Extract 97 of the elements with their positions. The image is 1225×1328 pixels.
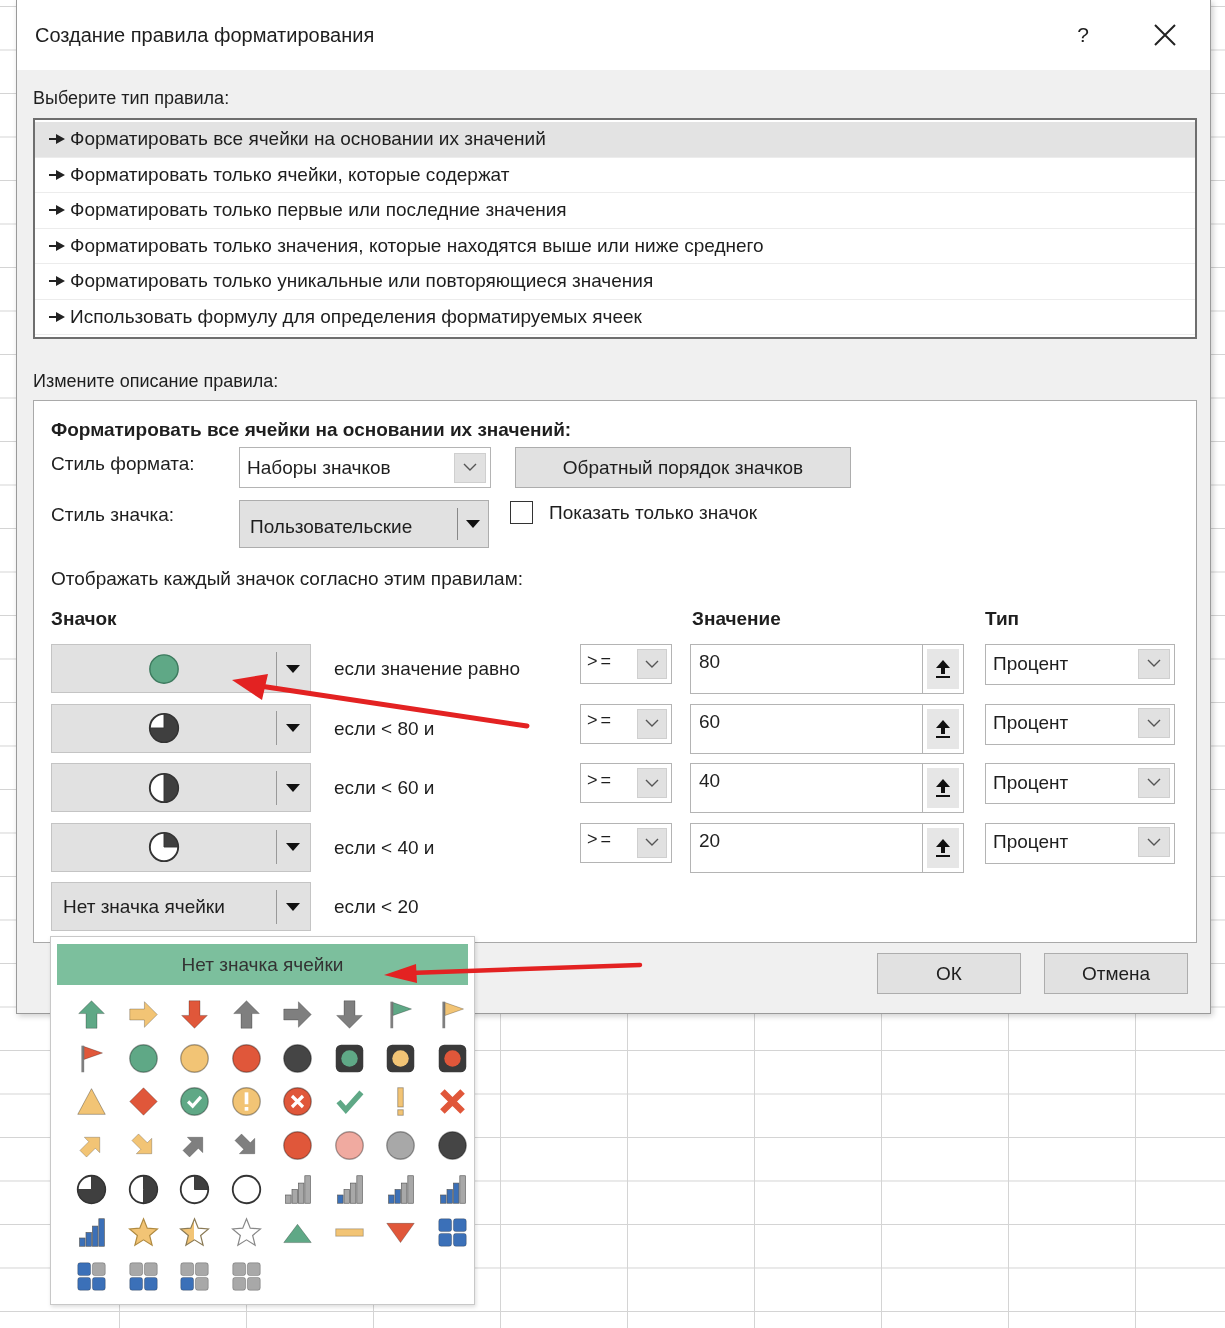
range-select-button[interactable]: [922, 644, 964, 694]
help-button[interactable]: ?: [1068, 23, 1098, 47]
exclamation-circle-icon[interactable]: [229, 1085, 263, 1119]
chevron-down-icon: [637, 708, 667, 739]
format-style-dropdown[interactable]: Наборы значков: [239, 447, 491, 488]
icon-dropdown[interactable]: [51, 822, 311, 872]
icon-dropdown[interactable]: [51, 703, 311, 753]
range-select-button[interactable]: [922, 822, 964, 873]
rule-type-item[interactable]: Форматировать все ячейки на основании их значений: [35, 122, 1195, 158]
pie-icon[interactable]: [178, 1172, 212, 1206]
caret-down-icon: [286, 664, 300, 673]
section-label: Измените описание правила:: [33, 371, 280, 392]
pointer-icon: [49, 134, 65, 145]
field-label: Стиль формата:: [51, 452, 196, 475]
value-field[interactable]: 40: [690, 763, 922, 814]
column-header: Тип: [985, 608, 1021, 630]
circle-icon[interactable]: [435, 1129, 469, 1163]
pointer-icon: [49, 205, 65, 216]
menu-item[interactable]: Нет значка ячейки: [57, 944, 468, 985]
quarters-icon[interactable]: [229, 1259, 263, 1293]
window-title: Создание правила форматирования: [35, 23, 376, 47]
chevron-down-icon: [637, 768, 667, 799]
type-dropdown[interactable]: Процент: [985, 763, 1175, 805]
pointer-icon: [49, 276, 65, 287]
pie-icon: [147, 830, 181, 865]
caret-down-icon: [466, 520, 480, 528]
quarters-icon[interactable]: [178, 1259, 212, 1293]
rule-type-item[interactable]: Форматировать только уникальные или повторяющиеся значения: [35, 264, 1195, 300]
chevron-down-icon: [1138, 648, 1170, 679]
value-field[interactable]: 60: [690, 703, 922, 754]
operator-dropdown[interactable]: >=: [580, 822, 672, 863]
circle-icon[interactable]: [281, 1041, 315, 1075]
column-header: Значение: [692, 608, 782, 630]
value-field[interactable]: 80: [690, 644, 922, 694]
checkbox[interactable]: [510, 501, 533, 524]
quarters-icon[interactable]: [126, 1259, 160, 1293]
check-circle-icon[interactable]: [178, 1085, 212, 1119]
column-header: Значок: [51, 608, 118, 630]
chevron-down-icon: [1138, 827, 1170, 858]
pointer-icon: [49, 240, 65, 251]
pie-icon: [147, 770, 181, 805]
type-dropdown[interactable]: Процент: [985, 703, 1175, 745]
caret-down-icon: [286, 724, 300, 733]
cross-circle-icon[interactable]: [281, 1085, 315, 1119]
arrow-up-icon: [935, 778, 951, 799]
pointer-icon: [49, 311, 65, 322]
operator-dropdown[interactable]: >=: [580, 644, 672, 684]
rule-type-item[interactable]: Использовать формулу для определения форматируемых ячеек: [35, 299, 1195, 335]
circle-icon[interactable]: [229, 1041, 263, 1075]
caret-down-icon: [286, 843, 300, 852]
icon-dropdown[interactable]: [51, 763, 311, 813]
condition-text: если < 60 и: [334, 776, 436, 800]
type-dropdown[interactable]: Процент: [985, 644, 1175, 685]
circle-icon[interactable]: [281, 1129, 315, 1163]
circle-icon: [147, 651, 181, 686]
pointer-icon: [49, 169, 65, 180]
caret-down-icon: [286, 783, 300, 792]
pie-icon: [147, 711, 181, 746]
reverse-order-button[interactable]: Обратный порядок значков: [515, 447, 851, 488]
icon-dropdown[interactable]: Нет значка ячейки: [51, 882, 311, 932]
rule-heading: Форматировать все ячейки на основании их значений:: [51, 419, 573, 441]
arrow-up-icon: [935, 659, 951, 679]
chevron-down-icon: [454, 452, 486, 483]
chevron-down-icon: [1138, 767, 1170, 798]
condition-text: если < 40 и: [334, 835, 436, 859]
checkbox-label: Показать только значок: [549, 501, 758, 524]
operator-dropdown[interactable]: >=: [580, 703, 672, 744]
pie-icon[interactable]: [75, 1172, 109, 1206]
diamond-icon[interactable]: [126, 1085, 160, 1119]
quarters-icon[interactable]: [435, 1216, 469, 1250]
pie-icon[interactable]: [126, 1172, 160, 1206]
arrow-up-icon: [935, 837, 951, 858]
close-icon[interactable]: [1154, 24, 1176, 46]
rules-caption: Отображать каждый значок согласно этим правилам:: [51, 568, 524, 590]
section-label: Выберите тип правила:: [33, 88, 231, 109]
caret-down-icon: [286, 902, 300, 911]
type-dropdown[interactable]: Процент: [985, 822, 1175, 864]
condition-text: если < 80 и: [334, 716, 436, 740]
circle-outline-icon[interactable]: [229, 1172, 263, 1206]
arrow-up-icon: [935, 718, 951, 739]
condition-text: если < 20: [334, 895, 420, 919]
rule-type-item[interactable]: Форматировать только первые или последние значения: [35, 193, 1195, 229]
condition-text: если значение равно: [334, 657, 522, 680]
icon-style-dropdown[interactable]: Пользовательские: [239, 500, 489, 548]
chevron-down-icon: [637, 827, 667, 858]
rule-type-item[interactable]: Форматировать только значения, которые находятся выше или ниже среднего: [35, 228, 1195, 264]
dialog-button[interactable]: Отмена: [1044, 953, 1188, 994]
operator-dropdown[interactable]: >=: [580, 763, 672, 804]
chevron-down-icon: [637, 649, 667, 679]
rule-type-item[interactable]: Форматировать только ячейки, которые содержат: [35, 157, 1195, 193]
range-select-button[interactable]: [922, 703, 964, 754]
dialog-button[interactable]: ОК: [877, 953, 1021, 994]
range-select-button[interactable]: [922, 763, 964, 814]
value-field[interactable]: 20: [690, 822, 922, 873]
quarters-icon[interactable]: [75, 1259, 109, 1293]
chevron-down-icon: [1138, 708, 1170, 739]
field-label: Стиль значка:: [51, 503, 176, 526]
